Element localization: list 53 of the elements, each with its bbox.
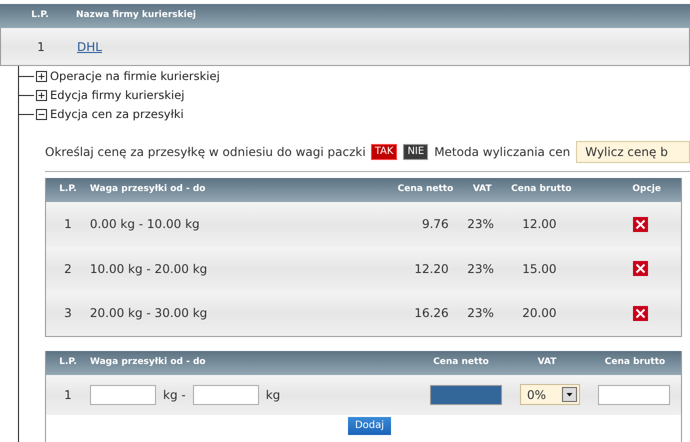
company-link[interactable]: DHL: [77, 38, 102, 56]
column-header: Cena brutto: [604, 356, 666, 369]
column-header: L.P.: [58, 183, 78, 196]
setting-label: Określaj cenę za przesyłkę w odniesiu do wagi paczki: [45, 144, 366, 161]
table-cell-text: 20.00 kg - 30.00 kg: [90, 305, 208, 322]
column-header: L.P.: [30, 9, 50, 22]
column-header: Cena brutto: [511, 183, 572, 196]
weight-to-field[interactable]: [192, 384, 259, 404]
table-cell-text: 23%: [466, 260, 495, 278]
column-header: Cena netto: [396, 183, 454, 196]
method-select[interactable]: Wylicz cenę b: [576, 141, 690, 163]
tree-item[interactable]: Edycja cen za przesyłki: [50, 106, 184, 124]
table-cell-text: 23%: [466, 305, 495, 322]
unit-label: kg -: [163, 386, 186, 404]
vat-select[interactable]: 0%: [520, 384, 580, 405]
tree-item[interactable]: Operacje na firmie kurierskiej: [50, 68, 220, 86]
table-cell-text: 1: [63, 216, 73, 234]
column-header: Waga przesyłki od - do: [90, 356, 207, 369]
delete-icon[interactable]: [633, 261, 648, 276]
column-header: VAT: [536, 356, 558, 369]
column-header: Waga przesyłki od - do: [90, 183, 206, 196]
table-cell-text: 9.76: [420, 216, 449, 234]
table-cell-text: 20.00: [521, 305, 558, 322]
gross-price-field[interactable]: [598, 384, 670, 404]
table-cell-text: 10.00 kg - 20.00 kg: [90, 260, 208, 278]
table-cell-text: 15.00: [521, 260, 558, 278]
plus-box-icon[interactable]: [36, 90, 47, 101]
column-header: L.P.: [58, 356, 78, 369]
delete-icon[interactable]: [633, 306, 648, 321]
table-cell-text: 0.00 kg - 10.00 kg: [90, 216, 201, 234]
column-header: VAT: [472, 183, 493, 196]
toggle-option[interactable]: TAK: [370, 144, 398, 160]
column-header: Cena netto: [432, 356, 490, 369]
table-cell-text: 1: [63, 386, 73, 404]
unit-label: kg: [266, 386, 280, 404]
minus-box-icon[interactable]: [36, 109, 47, 120]
table-cell-text: 3: [63, 305, 73, 322]
toggle-option[interactable]: NIE: [403, 144, 428, 160]
weight-from-field[interactable]: [90, 384, 156, 404]
table-cell-text: 16.26: [413, 305, 449, 322]
add-button[interactable]: Dodaj: [348, 416, 392, 434]
tree-item[interactable]: Edycja firmy kurierskiej: [50, 86, 184, 104]
column-header: Opcje: [631, 183, 662, 196]
delete-icon[interactable]: [633, 216, 648, 232]
table-cell-text: 23%: [466, 216, 495, 234]
table-cell-text: 2: [63, 260, 73, 278]
method-label: Metoda wyliczania cen: [434, 144, 570, 161]
table-cell-text: 12.00: [521, 216, 558, 234]
table-cell-text: 12.20: [413, 260, 449, 278]
net-price-field[interactable]: [430, 384, 502, 404]
column-header: Nazwa firmy kurierskiej: [76, 9, 196, 22]
plus-box-icon[interactable]: [36, 71, 47, 82]
table-cell-text: 1: [36, 38, 46, 56]
